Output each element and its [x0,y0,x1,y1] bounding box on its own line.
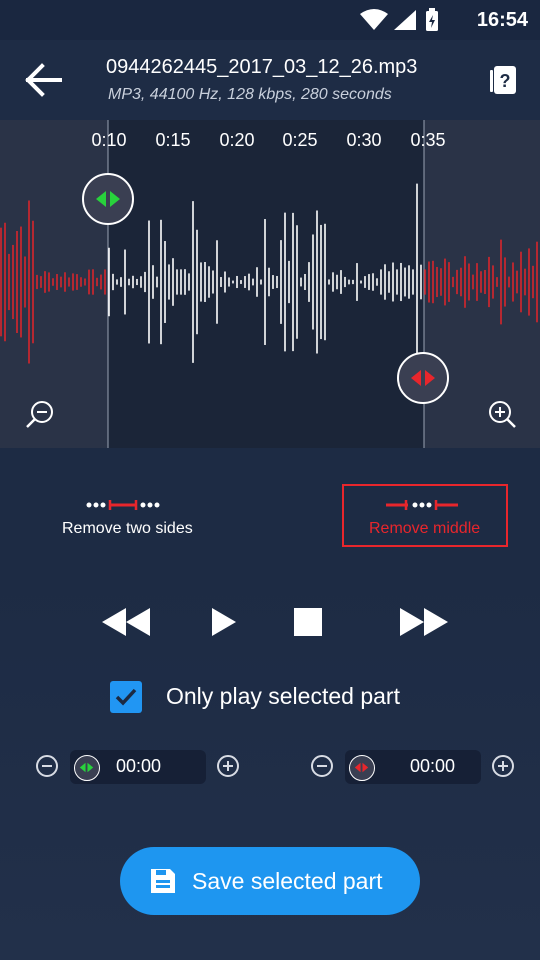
help-book-icon[interactable]: ? [488,64,520,96]
start-handle[interactable] [82,173,134,225]
status-icons [360,8,438,31]
green-arrows-icon [96,191,120,207]
only-play-checkbox[interactable] [110,681,142,713]
start-increase-button[interactable] [217,755,239,777]
status-bar: 16:54 [0,0,540,40]
play-icon[interactable] [208,600,240,644]
rewind-icon[interactable] [100,600,152,644]
zoom-out-icon[interactable] [24,398,56,430]
zoom-in-icon[interactable] [486,398,518,430]
remove-middle-icon [386,500,458,510]
file-info: MP3, 44100 Hz, 128 kbps, 280 seconds [108,86,392,103]
minus-icon [42,765,52,767]
start-time-field[interactable]: 00:00 [70,750,206,784]
mode-remove-two-sides[interactable]: Remove two sides [50,485,210,547]
time-tick: 0:10 [91,130,127,150]
time-tick: 0:20 [219,130,255,150]
svg-text:?: ? [500,71,511,91]
back-arrow-icon[interactable] [22,58,66,102]
stop-icon[interactable] [292,600,324,644]
file-name: 0944262445_2017_03_12_26.mp3 [106,56,418,78]
end-handle-mini-icon [349,755,375,781]
only-play-label[interactable]: Only play selected part [166,683,400,710]
signal-icon [394,10,416,30]
mode-remove-middle[interactable]: Remove middle [342,484,508,547]
checkmark-icon [115,688,137,706]
start-decrease-button[interactable] [36,755,58,777]
time-tick: 0:25 [282,130,318,150]
start-time-value: 00:00 [116,756,162,776]
time-tick: 0:15 [155,130,191,150]
waveform-area[interactable]: 0:10 0:15 0:20 0:25 0:30 0:35 [0,120,540,448]
plus-icon [498,761,508,771]
app-bar: 0944262445_2017_03_12_26.mp3 MP3, 44100 … [0,40,540,120]
time-tick: 0:35 [410,130,446,150]
end-handle[interactable] [397,352,449,404]
save-selected-label: Save selected part [192,868,383,894]
fast-forward-icon[interactable] [398,600,450,644]
save-file-icon [151,869,175,893]
minus-icon [317,765,327,767]
end-increase-button[interactable] [492,755,514,777]
wifi-icon [360,9,388,30]
end-time-value: 00:00 [410,756,456,776]
waveform-graphic [0,120,540,448]
status-time: 16:54 [476,9,528,31]
remove-two-sides-icon [86,500,160,510]
start-handle-mini-icon [74,755,100,781]
remove-middle-label: Remove middle [369,520,481,537]
time-tick: 0:30 [346,130,382,150]
end-decrease-button[interactable] [311,755,333,777]
plus-icon [223,761,233,771]
save-selected-button[interactable]: Save selected part [120,847,420,915]
remove-two-sides-label: Remove two sides [62,520,193,537]
red-arrows-icon [411,370,435,386]
end-time-field[interactable]: 00:00 [345,750,481,784]
